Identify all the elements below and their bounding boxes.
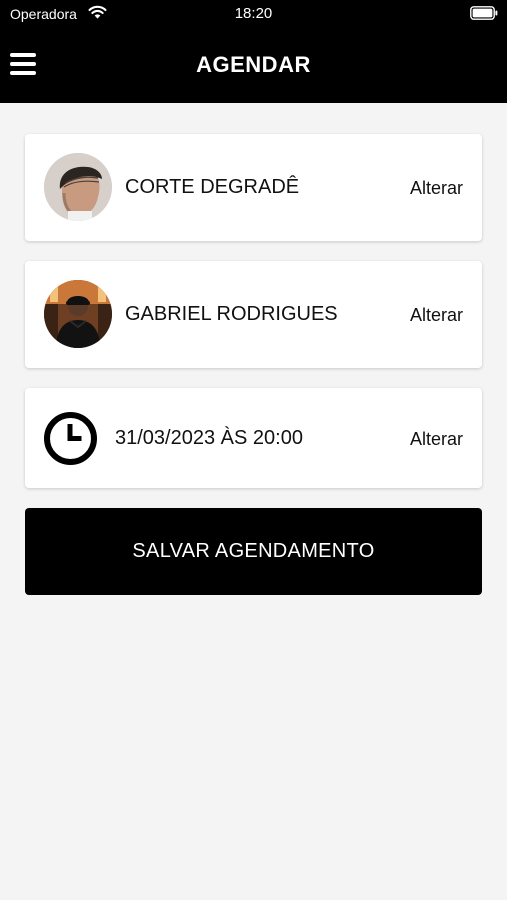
status-bar: Operadora 18:20: [0, 0, 507, 28]
haircut-photo: [44, 153, 112, 221]
page-title: AGENDAR: [196, 52, 311, 77]
barber-name: GABRIEL RODRIGUES: [125, 303, 338, 325]
barber-card: GABRIEL RODRIGUES Alterar: [25, 261, 482, 368]
clock-icon: [44, 412, 97, 465]
save-appointment-button[interactable]: SALVAR AGENDAMENTO: [25, 508, 482, 595]
barber-photo: [44, 280, 112, 348]
change-barber-link[interactable]: Alterar: [410, 305, 463, 326]
change-datetime-link[interactable]: Alterar: [410, 429, 463, 450]
app-header: AGENDAR: [0, 28, 507, 103]
appointment-datetime: 31/03/2023 ÀS 20:00: [115, 427, 303, 449]
datetime-card: 31/03/2023 ÀS 20:00 Alterar: [25, 388, 482, 488]
change-service-link[interactable]: Alterar: [410, 178, 463, 199]
service-name: CORTE DEGRADÊ: [125, 176, 300, 198]
status-time: 18:20: [234, 5, 273, 22]
battery-icon: [470, 6, 498, 20]
service-avatar: [44, 153, 112, 221]
barber-avatar: [44, 280, 112, 348]
service-card: CORTE DEGRADÊ Alterar: [25, 134, 482, 241]
